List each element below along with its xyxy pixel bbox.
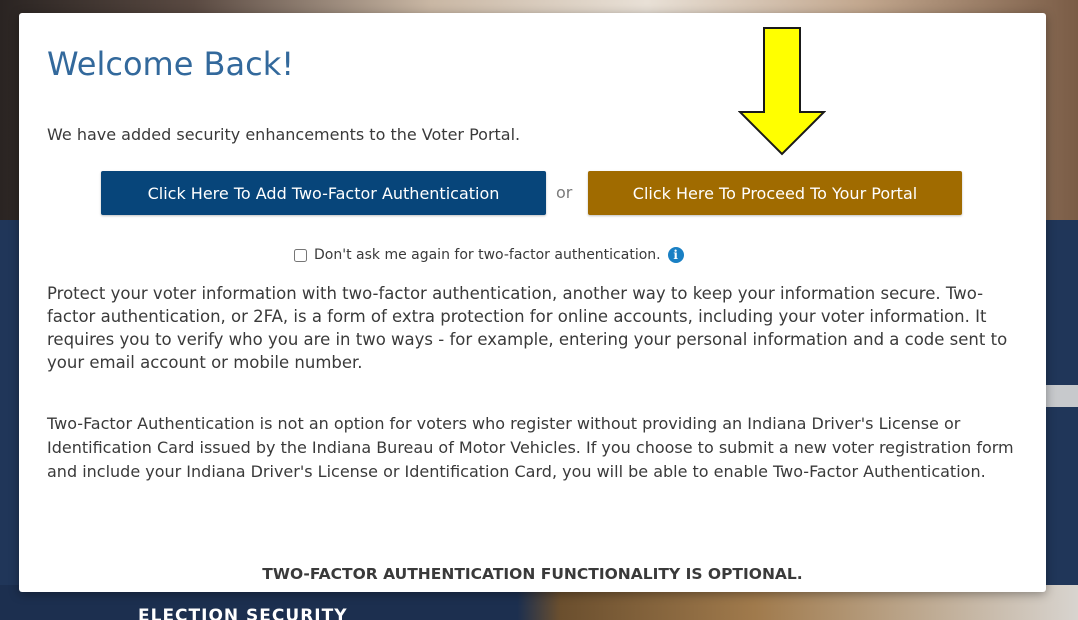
or-separator: or: [556, 183, 573, 202]
intro-text: We have added security enhancements to t…: [47, 125, 521, 144]
two-factor-eligibility-note: Two-Factor Authentication is not an opti…: [47, 414, 1014, 481]
dont-ask-again-checkbox[interactable]: [294, 248, 307, 262]
welcome-modal: Welcome Back! We have added security enh…: [19, 13, 1046, 592]
modal-title: Welcome Back!: [47, 45, 295, 83]
optional-notice: TWO-FACTOR AUTHENTICATION FUNCTIONALITY …: [262, 565, 803, 583]
add-two-factor-button[interactable]: Click Here To Add Two-Factor Authenticat…: [101, 171, 546, 215]
background-caption: ELECTION SECURITY: [138, 606, 348, 620]
info-circle-icon[interactable]: i: [667, 247, 684, 263]
down-arrow-icon: [738, 27, 826, 156]
proceed-to-portal-button[interactable]: Click Here To Proceed To Your Portal: [588, 171, 962, 215]
two-factor-description: Protect your voter information with two-…: [47, 284, 1008, 372]
dont-ask-again-label: Don't ask me again for two-factor authen…: [314, 247, 661, 263]
dont-ask-again-option[interactable]: Don't ask me again for two-factor authen…: [294, 247, 684, 263]
